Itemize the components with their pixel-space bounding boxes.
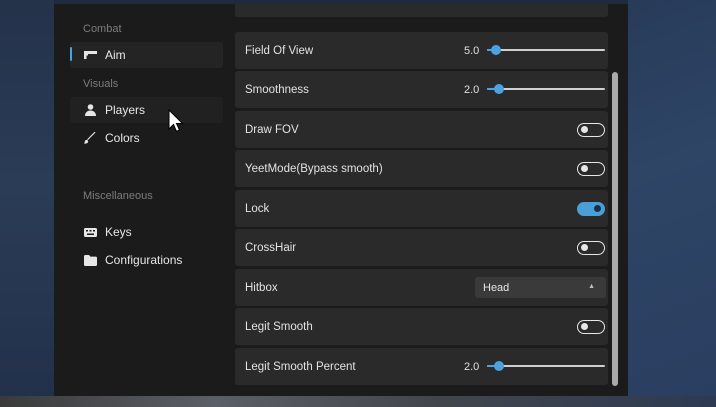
folder-icon xyxy=(83,253,97,267)
slider-value: 5.0 xyxy=(464,44,480,57)
slider-knob[interactable] xyxy=(493,361,504,371)
setting-row-crosshair: CrossHair xyxy=(235,229,608,266)
mouse-cursor-icon xyxy=(168,109,184,133)
sidebar-item-colors[interactable]: Colors xyxy=(70,125,223,151)
person-icon xyxy=(83,103,97,117)
setting-row-legit-smooth-percent: Legit Smooth Percent 2.0 xyxy=(235,348,608,385)
setting-label: Lock xyxy=(245,202,270,215)
setting-row-draw-fov: Draw FOV xyxy=(235,111,608,148)
toggle-knob xyxy=(581,323,588,330)
setting-row-legit-smooth: Legit Smooth xyxy=(235,308,608,345)
gun-icon xyxy=(83,48,97,62)
sidebar: Combat Aim Visuals Players Colors Miscel… xyxy=(54,4,230,396)
toggle-knob xyxy=(581,165,588,172)
yeetmode-toggle[interactable] xyxy=(577,162,605,176)
legit-smooth-toggle[interactable] xyxy=(577,320,605,334)
sidebar-item-label: Configurations xyxy=(105,253,183,267)
setting-row-yeetmode: YeetMode(Bypass smooth) xyxy=(235,150,608,187)
setting-label: YeetMode(Bypass smooth) xyxy=(245,162,383,175)
sidebar-item-label: Aim xyxy=(105,48,126,62)
section-label-visuals: Visuals xyxy=(83,78,119,90)
list-item-partial xyxy=(235,4,608,17)
sidebar-item-keys[interactable]: Keys xyxy=(70,219,223,245)
hitbox-dropdown[interactable]: Head ▲ xyxy=(475,277,606,298)
brush-icon xyxy=(83,131,97,145)
legit-smooth-percent-slider[interactable] xyxy=(487,361,605,371)
slider-knob[interactable] xyxy=(493,84,504,94)
slider-value: 2.0 xyxy=(464,360,480,373)
setting-label: Legit Smooth xyxy=(245,320,313,333)
setting-row-field-of-view: Field Of View 5.0 xyxy=(235,32,608,69)
smoothness-slider[interactable] xyxy=(487,84,605,94)
game-background-right xyxy=(628,0,716,407)
caret-up-icon: ▲ xyxy=(588,283,595,290)
draw-fov-toggle[interactable] xyxy=(577,123,605,137)
slider-value: 2.0 xyxy=(464,83,480,96)
section-label-miscellaneous: Miscellaneous xyxy=(83,190,153,202)
setting-label: Smoothness xyxy=(245,83,309,96)
lock-toggle[interactable] xyxy=(577,202,605,216)
slider-knob[interactable] xyxy=(491,45,502,55)
crosshair-toggle[interactable] xyxy=(577,241,605,255)
settings-panel: Field Of View 5.0 Smoothness 2.0 Draw FO… xyxy=(234,4,628,396)
game-background-left xyxy=(0,0,54,407)
section-label-combat: Combat xyxy=(83,23,122,35)
game-background-bottom xyxy=(0,396,716,407)
fov-slider[interactable] xyxy=(487,45,605,55)
scrollbar[interactable] xyxy=(612,72,618,386)
toggle-knob xyxy=(594,205,601,212)
sidebar-item-players[interactable]: Players xyxy=(70,97,223,123)
setting-label: Draw FOV xyxy=(245,123,299,136)
sidebar-item-configurations[interactable]: Configurations xyxy=(70,247,223,273)
toggle-knob xyxy=(581,126,588,133)
dropdown-value: Head xyxy=(483,281,510,294)
sidebar-item-aim[interactable]: Aim xyxy=(70,42,223,68)
sidebar-item-label: Colors xyxy=(105,131,140,145)
active-indicator xyxy=(70,47,72,61)
setting-row-smoothness: Smoothness 2.0 xyxy=(235,71,608,108)
setting-label: Hitbox xyxy=(245,281,278,294)
setting-label: Legit Smooth Percent xyxy=(245,360,356,373)
setting-label: CrossHair xyxy=(245,241,297,254)
sidebar-item-label: Players xyxy=(105,103,146,117)
cheat-menu-window: Combat Aim Visuals Players Colors Miscel… xyxy=(54,4,628,396)
setting-row-hitbox: Hitbox Head ▲ xyxy=(235,269,608,306)
sidebar-item-label: Keys xyxy=(105,225,132,239)
setting-label: Field Of View xyxy=(245,44,314,57)
setting-row-lock: Lock xyxy=(235,190,608,227)
keyboard-icon xyxy=(83,225,97,239)
toggle-knob xyxy=(581,244,588,251)
